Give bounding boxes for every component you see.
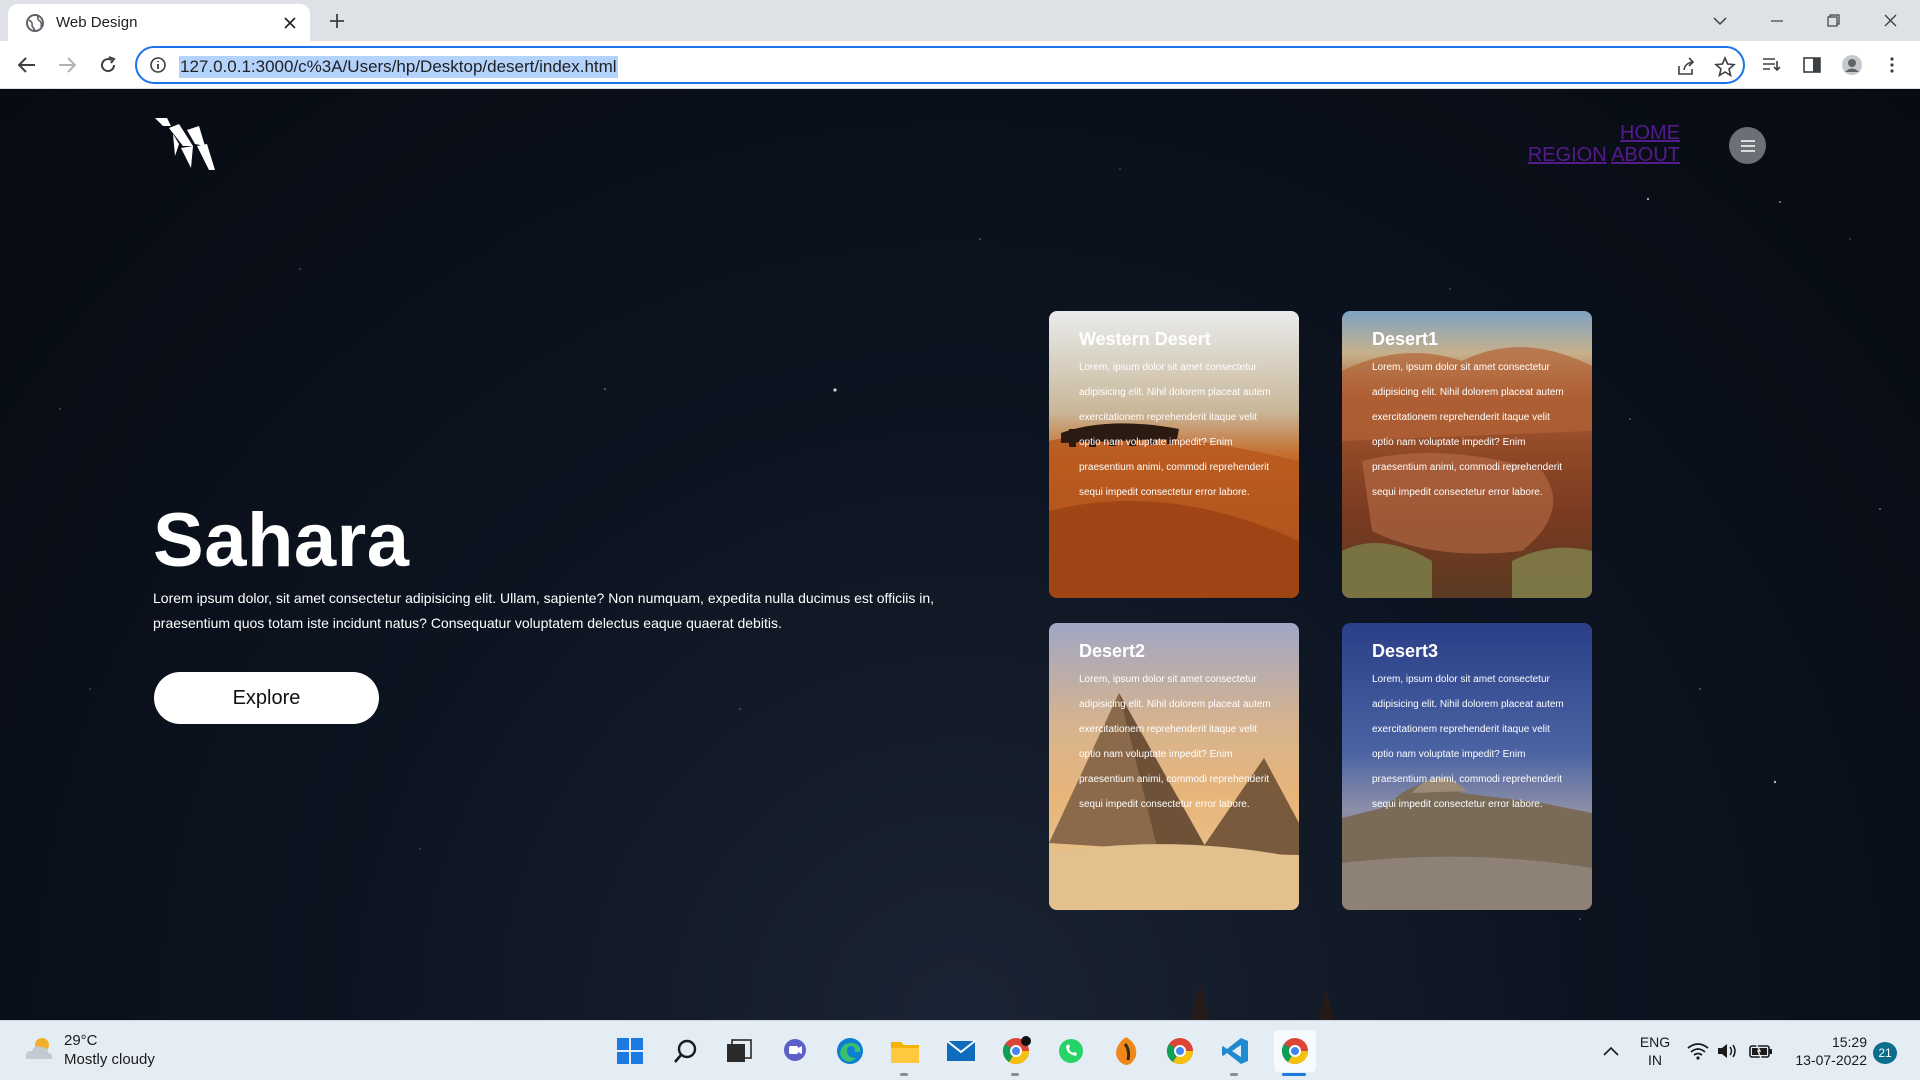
browser-tabstrip: Web Design [0,0,1920,41]
card-title: Desert2 [1079,641,1146,661]
globe-icon [26,13,44,32]
vscode-indicator [1230,1073,1238,1076]
card-title: Desert1 [1372,329,1439,349]
mail-icon[interactable] [945,1035,977,1067]
star-icon[interactable] [1714,56,1736,78]
chevron-up-icon[interactable] [1595,1035,1627,1067]
nav-home-link[interactable]: HOME [1620,122,1680,144]
chrome-icon[interactable] [1164,1035,1196,1067]
hamburger-menu-button[interactable] [1729,127,1766,164]
whatsapp-icon[interactable] [1055,1035,1087,1067]
card-western-desert[interactable]: Western Desert Lorem, ipsum dolor sit am… [1049,311,1299,598]
nav-region-link[interactable]: REGION [1528,144,1607,166]
battery-icon[interactable] [1745,1035,1777,1067]
card-desert3[interactable]: Desert3 Lorem, ipsum dolor sit amet cons… [1342,623,1592,910]
clock-time: 15:29 [1831,1034,1867,1050]
hero-description: Lorem ipsum dolor, sit amet consectetur … [153,590,935,631]
chrome-profile-indicator [1011,1073,1019,1076]
task-view-icon[interactable] [723,1035,755,1067]
card-desert1[interactable]: Desert1 Lorem, ipsum dolor sit amet cons… [1342,311,1592,598]
minimize-icon[interactable] [1748,0,1805,41]
page-viewport: HOME REGION ABOUT Sahara Lorem ipsum dol… [0,89,1920,1020]
card-text: Lorem, ipsum dolor sit amet consectetur … [1079,674,1271,810]
chrome-profile-icon[interactable] [1000,1035,1032,1067]
close-icon[interactable] [280,13,300,33]
weather-widget[interactable]: 29°C Mostly cloudy [22,1031,155,1069]
hamburger-icon [1740,139,1755,152]
restore-icon[interactable] [1805,0,1862,41]
windows-start-icon[interactable] [614,1035,646,1067]
weather-condition: Mostly cloudy [64,1051,155,1068]
volume-icon[interactable] [1712,1035,1744,1067]
language-code: ENG [1639,1034,1671,1050]
menu-kebab-icon[interactable] [1880,53,1904,77]
card-text: Lorem, ipsum dolor sit amet consectetur … [1372,362,1564,498]
cloudy-weather-icon [25,1038,53,1059]
tab-search-icon[interactable] [1691,0,1748,41]
search-icon[interactable] [670,1035,702,1067]
clock-date: 13-07-2022 [1795,1052,1867,1068]
share-icon[interactable] [1675,56,1697,78]
side-panel-icon[interactable] [1800,53,1824,77]
back-icon[interactable] [15,53,39,77]
site-nav: HOME REGION ABOUT [1528,122,1680,166]
reading-list-icon[interactable] [1760,53,1784,77]
weather-temp: 29°C [64,1032,98,1049]
explore-button[interactable]: Explore [154,672,379,724]
nav-about-link[interactable]: ABOUT [1611,144,1680,166]
chrome-active-indicator [1282,1073,1306,1076]
forward-icon[interactable] [55,53,79,77]
card-title: Desert3 [1372,641,1439,661]
teams-chat-icon[interactable] [779,1035,811,1067]
explorer-indicator [900,1073,908,1076]
browser-toolbar: 127.0.0.1:3000/c%3A/Users/hp/Desktop/des… [0,41,1920,89]
notification-badge[interactable]: 21 [1873,1042,1897,1064]
vscode-icon[interactable] [1219,1035,1251,1067]
browser-tab[interactable]: Web Design [8,4,310,41]
card-text: Lorem, ipsum dolor sit amet consectetur … [1079,362,1271,498]
edge-browser-icon[interactable] [834,1035,866,1067]
card-title: Western Desert [1079,329,1211,349]
system-clock[interactable]: 15:29 13-07-2022 [1787,1033,1867,1069]
info-icon[interactable] [149,56,167,74]
file-explorer-icon[interactable] [889,1035,921,1067]
card-text: Lorem, ipsum dolor sit amet consectetur … [1372,674,1564,810]
tab-title: Web Design [56,14,138,31]
wifi-icon[interactable] [1682,1035,1714,1067]
hero-title: Sahara [153,498,410,583]
region-code: IN [1648,1052,1662,1068]
address-bar[interactable]: 127.0.0.1:3000/c%3A/Users/hp/Desktop/des… [135,46,1745,84]
camel-logo [155,118,215,170]
profile-icon[interactable] [1840,53,1864,77]
fl-studio-icon[interactable] [1110,1035,1142,1067]
new-tab-icon[interactable] [326,10,348,32]
language-indicator[interactable]: ENG IN [1637,1033,1673,1069]
window-close-icon[interactable] [1862,0,1919,41]
card-desert2[interactable]: Desert2 Lorem, ipsum dolor sit amet cons… [1049,623,1299,910]
chrome-active-icon[interactable] [1274,1030,1316,1072]
reload-icon[interactable] [96,53,120,77]
url-text[interactable]: 127.0.0.1:3000/c%3A/Users/hp/Desktop/des… [179,56,618,78]
taskbar: 29°C Mostly cloudy ENG IN 15:29 13-07-20… [0,1020,1920,1080]
